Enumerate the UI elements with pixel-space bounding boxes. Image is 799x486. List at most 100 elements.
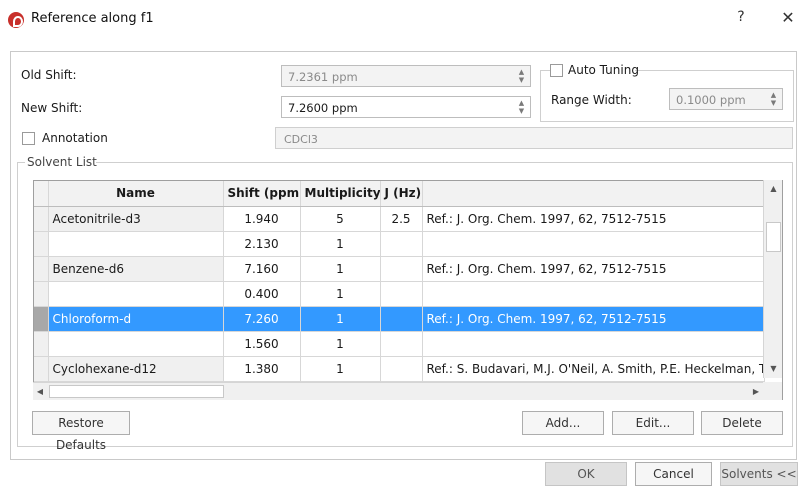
column-header-shift[interactable]: Shift (ppm) [223, 181, 301, 207]
new-shift-label: New Shift: [21, 101, 83, 115]
app-logo-icon [8, 12, 24, 28]
horizontal-scrollbar[interactable]: ◀ ▶ [33, 382, 763, 400]
solvent-name[interactable]: Chloroform-d [48, 306, 224, 332]
new-shift-spinbox[interactable]: 7.2600 ppm ▲ ▼ [281, 96, 531, 118]
annotation-checkbox[interactable] [22, 132, 35, 145]
j-cell[interactable] [380, 331, 423, 357]
group-border-line [540, 70, 550, 71]
shift-cell[interactable]: 7.160 [223, 256, 301, 282]
annotation-label: Annotation [42, 131, 108, 145]
table-row[interactable]: Acetonitrile-d3 1.940 5 2.5 Ref.: J. Org… [34, 206, 765, 232]
table-row-selected[interactable]: Chloroform-d 7.260 1 Ref.: J. Org. Chem.… [34, 306, 765, 332]
spin-arrows-icon: ▲ ▼ [770, 91, 777, 107]
solvent-name[interactable] [48, 281, 224, 307]
table-row[interactable]: Cyclohexane-d12 1.380 1 Ref.: S. Budavar… [34, 356, 765, 382]
table-row[interactable]: Benzene-d6 7.160 1 Ref.: J. Org. Chem. 1… [34, 256, 765, 282]
scroll-corner [763, 382, 782, 400]
old-shift-value: 7.2361 ppm [288, 70, 358, 84]
ok-button[interactable]: OK [545, 462, 627, 486]
edit-button[interactable]: Edit... [612, 411, 694, 435]
scroll-down-icon[interactable]: ▼ [764, 360, 783, 378]
solvent-list-label: Solvent List [27, 155, 97, 169]
column-header-j[interactable]: J (Hz) [380, 181, 423, 207]
range-width-label: Range Width: [551, 93, 632, 107]
reference-cell[interactable]: Ref.: S. Budavari, M.J. O'Neil, A. Smith… [422, 356, 765, 382]
old-shift-label: Old Shift: [21, 68, 77, 82]
solvent-name[interactable]: Cyclohexane-d12 [48, 356, 224, 382]
column-header-name[interactable]: Name [48, 181, 224, 207]
spin-arrows-icon: ▲ ▼ [518, 68, 525, 84]
shift-cell[interactable]: 1.380 [223, 356, 301, 382]
scroll-up-icon[interactable]: ▲ [764, 180, 783, 198]
shift-cell[interactable]: 0.400 [223, 281, 301, 307]
annotation-field: CDCl3 [275, 127, 793, 149]
j-cell[interactable] [380, 281, 423, 307]
multiplicity-cell[interactable]: 1 [300, 331, 381, 357]
row-header[interactable] [34, 206, 49, 232]
row-header-corner [34, 181, 49, 207]
j-cell[interactable] [380, 256, 423, 282]
j-cell[interactable] [380, 306, 423, 332]
multiplicity-cell[interactable]: 1 [300, 256, 381, 282]
window-title: Reference along f1 [31, 11, 154, 26]
group-border-line [635, 70, 794, 71]
reference-cell[interactable] [422, 231, 765, 257]
new-shift-value[interactable]: 7.2600 ppm [288, 101, 358, 115]
row-header[interactable] [34, 256, 49, 282]
table-row[interactable]: 0.400 1 [34, 281, 765, 307]
shift-cell[interactable]: 1.560 [223, 331, 301, 357]
spin-arrows-icon[interactable]: ▲ ▼ [517, 99, 526, 115]
close-button[interactable]: ✕ [780, 8, 796, 27]
group-border-line [17, 162, 25, 163]
multiplicity-cell[interactable]: 5 [300, 206, 381, 232]
multiplicity-cell[interactable]: 1 [300, 306, 381, 332]
annotation-value: CDCl3 [284, 133, 318, 146]
column-header-multiplicity[interactable]: Multiplicity [300, 181, 381, 207]
reference-cell[interactable]: Ref.: J. Org. Chem. 1997, 62, 7512-7515 [422, 306, 765, 332]
table-header-row: Name Shift (ppm) Multiplicity J (Hz) [34, 181, 765, 207]
j-cell[interactable] [380, 356, 423, 382]
table-row[interactable]: 1.560 1 [34, 331, 765, 357]
shift-cell[interactable]: 7.260 [223, 306, 301, 332]
vertical-scrollbar[interactable]: ▲ ▼ [763, 180, 782, 378]
scroll-right-icon[interactable]: ▶ [749, 383, 763, 400]
solvent-table[interactable]: Name Shift (ppm) Multiplicity J (Hz) Ace… [33, 180, 783, 400]
row-header[interactable] [34, 281, 49, 307]
range-width-value: 0.1000 ppm [676, 93, 746, 107]
solvent-name[interactable] [48, 331, 224, 357]
range-width-spinbox: 0.1000 ppm ▲ ▼ [669, 88, 783, 110]
multiplicity-cell[interactable]: 1 [300, 356, 381, 382]
cancel-button[interactable]: Cancel [635, 462, 712, 486]
solvent-name[interactable] [48, 231, 224, 257]
old-shift-spinbox: 7.2361 ppm ▲ ▼ [281, 65, 531, 87]
shift-cell[interactable]: 2.130 [223, 231, 301, 257]
restore-defaults-button[interactable]: Restore Defaults [32, 411, 130, 452]
multiplicity-cell[interactable]: 1 [300, 231, 381, 257]
column-header-reference[interactable] [422, 181, 765, 207]
row-header[interactable] [34, 331, 49, 357]
multiplicity-cell[interactable]: 1 [300, 281, 381, 307]
help-button[interactable]: ? [733, 9, 749, 25]
j-cell[interactable]: 2.5 [380, 206, 423, 232]
row-header[interactable] [34, 356, 49, 382]
scroll-left-icon[interactable]: ◀ [33, 383, 47, 400]
table-row[interactable]: 2.130 1 [34, 231, 765, 257]
solvents-toggle-button[interactable]: Solvents << [720, 462, 798, 486]
row-header[interactable] [34, 306, 49, 332]
j-cell[interactable] [380, 231, 423, 257]
group-border-line [96, 162, 793, 163]
reference-cell[interactable]: Ref.: J. Org. Chem. 1997, 62, 7512-7515 [422, 256, 765, 282]
scroll-thumb[interactable] [49, 385, 224, 398]
reference-cell[interactable] [422, 331, 765, 357]
shift-cell[interactable]: 1.940 [223, 206, 301, 232]
solvent-name[interactable]: Benzene-d6 [48, 256, 224, 282]
solvent-name[interactable]: Acetonitrile-d3 [48, 206, 224, 232]
row-header[interactable] [34, 231, 49, 257]
auto-tuning-label: Auto Tuning [568, 63, 639, 77]
reference-cell[interactable] [422, 281, 765, 307]
add-button[interactable]: Add... [522, 411, 604, 435]
delete-button[interactable]: Delete [701, 411, 783, 435]
reference-cell[interactable]: Ref.: J. Org. Chem. 1997, 62, 7512-7515 [422, 206, 765, 232]
scroll-thumb[interactable] [766, 222, 781, 252]
auto-tuning-checkbox[interactable] [550, 64, 563, 77]
